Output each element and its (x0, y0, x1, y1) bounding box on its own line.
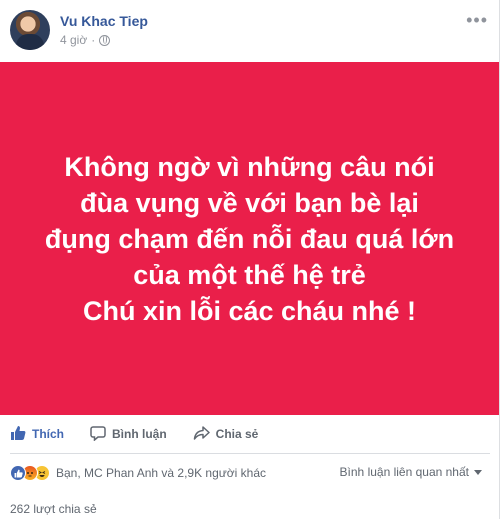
post-text-line: Không ngờ vì những câu nói (64, 151, 435, 182)
post-text-line: đụng chạm đến nỗi đau quá lớn (44, 223, 455, 254)
post-text-background: Không ngờ vì những câu nói đùa vụng về v… (0, 62, 499, 415)
comment-sort-label: Bình luận liên quan nhất (339, 465, 469, 479)
thumbs-up-icon (10, 425, 26, 444)
like-button[interactable]: Thích (10, 425, 64, 444)
action-bar: Thích Bình luận Chia sẻ (10, 420, 490, 448)
author-name[interactable]: Vu Khac Tiep (60, 13, 148, 29)
post-time[interactable]: 4 giờ (60, 33, 87, 47)
share-count[interactable]: 262 lượt chia sẻ (10, 502, 97, 516)
comment-sort-dropdown[interactable]: Bình luận liên quan nhất (340, 465, 482, 479)
reaction-icons[interactable] (10, 465, 50, 481)
comment-label: Bình luận (112, 427, 167, 441)
post-header: Vu Khac Tiep 4 giờ · ••• (10, 10, 490, 54)
share-icon (193, 425, 210, 444)
reaction-summary-text[interactable]: Bạn, MC Phan Anh và 2,9K người khác (56, 466, 266, 480)
globe-icon[interactable] (99, 34, 111, 46)
reaction-summary[interactable]: Bạn, MC Phan Anh và 2,9K người khác Bình… (10, 462, 490, 484)
caret-down-icon (474, 469, 482, 475)
post-text-line: đùa vụng về với bạn bè lại (80, 187, 419, 218)
like-label: Thích (32, 427, 64, 441)
like-icon (10, 465, 26, 481)
post-card: Vu Khac Tiep 4 giờ · ••• Không ngờ vì nh… (0, 0, 500, 519)
avatar[interactable] (10, 10, 50, 50)
more-options-icon[interactable]: ••• (466, 10, 488, 31)
comment-button[interactable]: Bình luận (90, 425, 167, 444)
post-meta: 4 giờ · (60, 33, 111, 47)
post-text-line: của một thế hệ trẻ (133, 259, 366, 290)
divider (10, 453, 490, 454)
share-button[interactable]: Chia sẻ (193, 425, 259, 444)
post-text-line: Chú xin lỗi các cháu nhé ! (82, 295, 417, 326)
comment-icon (90, 425, 106, 444)
post-text: Không ngờ vì những câu nói đùa vụng về v… (15, 149, 485, 329)
share-label: Chia sẻ (215, 427, 259, 441)
